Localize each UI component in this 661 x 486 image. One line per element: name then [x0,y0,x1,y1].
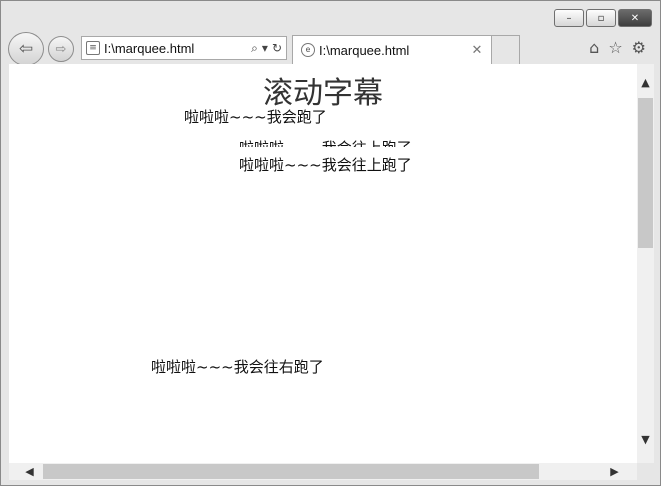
tab-title: I:\marquee.html [319,42,410,58]
minimize-icon: – [566,12,572,24]
horizontal-scrollbar[interactable]: ◀ ▶ [9,463,637,480]
new-tab-button[interactable] [492,35,520,64]
page-content: 滚动字幕 啦啦啦~~~我会跑了 啦啦啦~~~我会往上跑了 啦啦啦~~~我会往上跑… [9,64,637,463]
navigation-bar: ⇦ ⇨ ≡ I:\marquee.html ⌕ ▾ ↻ e I:\marquee… [1,32,660,66]
scrollbar-corner [637,463,654,480]
marquee-left: 啦啦啦~~~我会跑了 [184,108,327,126]
forward-button[interactable]: ⇨ [48,36,74,62]
toolbar-icons: ⌂ ☆ ⚙ [589,38,646,57]
address-text[interactable]: I:\marquee.html [104,41,251,56]
vertical-scroll-thumb[interactable] [638,98,653,248]
marquee-right: 啦啦啦~~~我会往右跑了 [151,358,324,376]
minimize-button[interactable]: – [554,9,584,27]
scroll-up-icon[interactable]: ▲ [637,74,654,91]
close-icon: ✕ [630,12,640,24]
scroll-left-icon[interactable]: ◀ [21,463,38,480]
arrow-right-icon: ⇨ [55,41,67,57]
arrow-left-icon: ⇦ [18,39,34,59]
star-icon[interactable]: ☆ [608,38,622,57]
refresh-icon[interactable]: ↻ [272,41,282,56]
maximize-button[interactable]: ▫ [586,9,616,27]
address-bar[interactable]: ≡ I:\marquee.html ⌕ ▾ ↻ [81,36,287,60]
scroll-right-icon[interactable]: ▶ [606,463,623,480]
back-button[interactable]: ⇦ [8,32,44,66]
tab-close-icon[interactable]: ✕ [469,43,485,58]
maximize-icon: ▫ [597,12,605,24]
address-actions: ⌕ ▾ ↻ [251,41,286,56]
tab-favicon-icon: e [301,43,315,57]
marquee-up-partial: 啦啦啦~~~我会往上跑了 [239,137,412,147]
close-button[interactable]: ✕ [618,9,652,27]
gear-icon[interactable]: ⚙ [632,38,646,57]
tab-active[interactable]: e I:\marquee.html ✕ [292,35,492,64]
scroll-down-icon[interactable]: ▼ [637,431,654,448]
search-icon[interactable]: ⌕ [251,41,258,56]
marquee-up: 啦啦啦~~~我会往上跑了 [239,156,412,174]
horizontal-scroll-thumb[interactable] [43,464,539,479]
caption-buttons: – ▫ ✕ [554,9,652,27]
dropdown-icon[interactable]: ▾ [262,41,268,56]
browser-window: – ▫ ✕ ⇦ ⇨ ≡ I:\marquee.html ⌕ ▾ ↻ e I:\m… [0,0,661,486]
home-icon[interactable]: ⌂ [589,38,599,57]
vertical-scrollbar[interactable]: ▲ ▼ [637,64,654,463]
page-favicon-icon: ≡ [86,41,100,55]
